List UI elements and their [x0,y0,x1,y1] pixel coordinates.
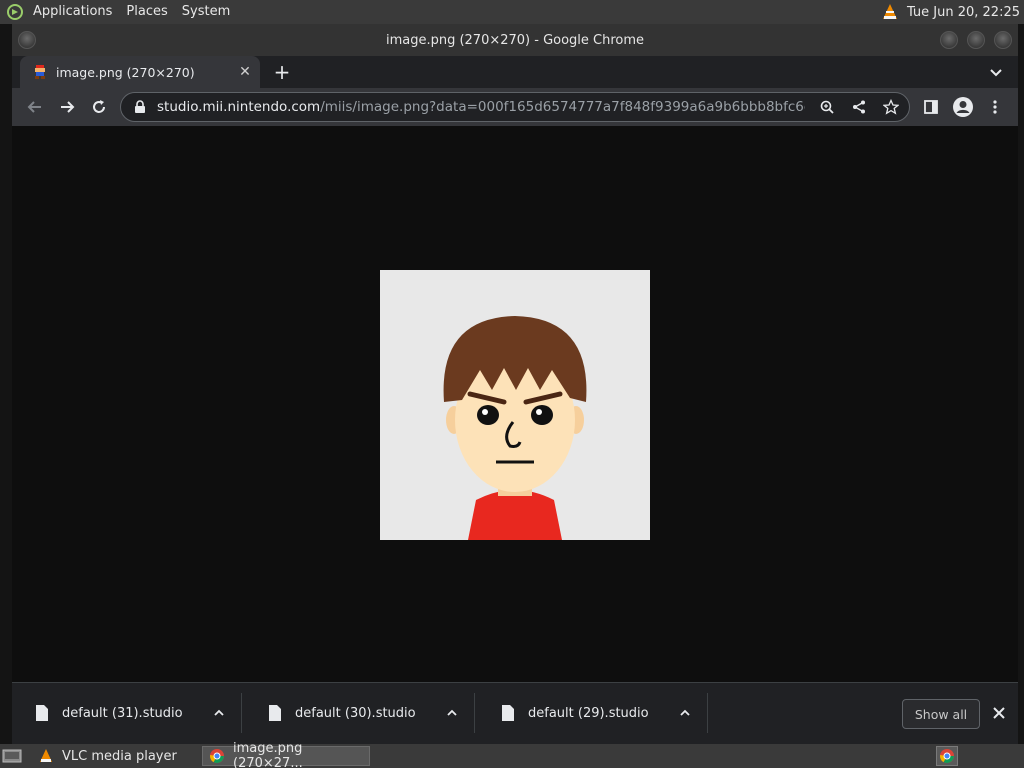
address-bar[interactable]: studio.mii.nintendo.com/miis/image.png?d… [120,92,910,122]
download-item[interactable]: default (31).studio [12,693,242,733]
download-filename: default (29).studio [528,705,649,721]
file-icon [34,704,50,722]
chrome-menu-button[interactable] [984,96,1006,118]
download-filename: default (30).studio [295,705,416,721]
taskbar-item-chrome[interactable]: image.png (270×27... [202,741,370,768]
browser-toolbar: studio.mii.nintendo.com/miis/image.png?d… [12,88,1018,126]
page-content [12,126,1018,682]
bottom-taskbar: VLC media player image.png (270×27... [0,741,1024,768]
forward-arrow-icon [61,101,75,113]
window-titlebar[interactable]: image.png (270×270) - Google Chrome [12,24,1018,56]
back-arrow-icon [27,101,41,113]
download-shelf: default (31).studio default (30).studio … [12,682,1018,744]
chrome-icon [940,749,954,763]
desktop: Applications Places System Tue Jun 20, 2… [0,0,1024,768]
tab-label: image.png (270×270) [56,64,195,80]
minimize-button[interactable] [940,31,958,49]
url-text[interactable]: studio.mii.nintendo.com/miis/image.png?d… [157,99,805,115]
mii-avatar [380,270,650,540]
tab-close-icon[interactable]: ✕ [236,63,254,81]
file-icon [500,704,516,722]
system-menu[interactable]: System [175,0,237,24]
chrome-icon [209,748,225,764]
maximize-button[interactable] [967,31,985,49]
url-host: studio.mii.nintendo.com [157,99,321,115]
side-panel-icon [924,100,938,114]
chevron-up-icon[interactable] [444,705,460,721]
back-button[interactable] [24,96,46,118]
top-panel: Applications Places System Tue Jun 20, 2… [0,0,1024,24]
window-title: image.png (270×270) - Google Chrome [385,33,645,48]
show-all-button[interactable]: Show all [902,699,980,729]
chevron-up-icon[interactable] [677,705,693,721]
close-window-button[interactable] [994,31,1012,49]
workspace-switcher[interactable] [936,746,958,766]
places-menu[interactable]: Places [119,0,174,24]
mario-favicon-icon [32,64,48,80]
taskbar-label: image.png (270×27... [233,741,303,768]
applications-menu[interactable]: Applications [26,0,119,24]
download-item[interactable]: default (30).studio [245,693,475,733]
taskbar-label: VLC media player [62,748,177,764]
url-path: /miis/image.png?data=000f165d6574777a7f8… [320,99,805,115]
kebab-menu-icon [993,100,997,114]
reload-button[interactable] [88,96,110,118]
tab-search-chevron-icon[interactable] [988,64,1004,80]
vlc-icon [38,748,54,764]
zoom-icon[interactable] [817,97,837,117]
profile-button[interactable] [952,96,974,118]
lock-icon[interactable] [133,100,147,114]
close-shelf-icon[interactable] [990,704,1008,722]
forward-button[interactable] [56,96,78,118]
share-icon[interactable] [849,97,869,117]
profile-avatar-icon [953,97,973,117]
distro-logo-icon[interactable] [4,1,26,23]
taskbar-item-vlc[interactable]: VLC media player [32,746,198,766]
reload-icon [93,100,105,113]
download-filename: default (31).studio [62,705,183,721]
file-icon [267,704,283,722]
clock[interactable]: Tue Jun 20, 22:25 [903,5,1024,20]
show-desktop-icon[interactable] [2,748,22,764]
download-item[interactable]: default (29).studio [478,693,708,733]
new-tab-button[interactable]: + [272,62,292,82]
chevron-up-icon[interactable] [211,705,227,721]
side-panel-button[interactable] [920,96,942,118]
tab-image[interactable]: image.png (270×270) ✕ [20,56,260,88]
mii-image[interactable] [380,270,650,540]
bookmark-star-icon[interactable] [881,97,901,117]
tab-strip: image.png (270×270) ✕ + [12,56,1018,88]
vlc-tray-icon[interactable] [881,3,899,21]
chrome-window: image.png (270×270) - Google Chrome imag… [12,24,1018,744]
